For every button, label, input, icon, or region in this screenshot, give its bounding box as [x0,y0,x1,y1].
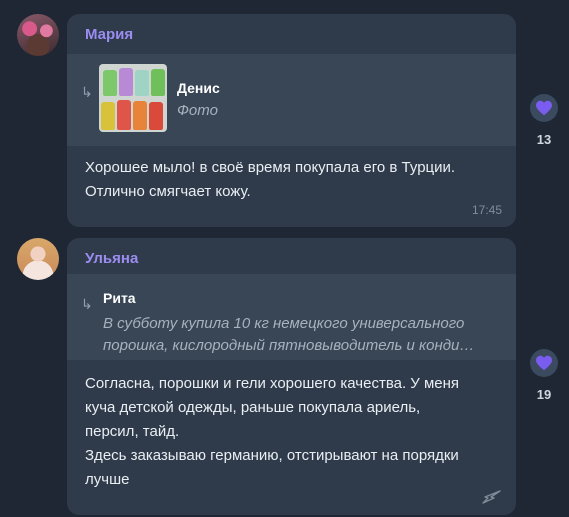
message-bubble[interactable]: Ульяна ↳ Рита В субботу купила 10 кг нем… [67,238,516,515]
heart-icon [536,355,552,371]
reply-arrow-icon: ↳ [81,84,93,100]
reply-subtitle: Фото [177,102,218,119]
message-line: персил, тайд. [85,423,180,440]
forward-icon[interactable] [480,489,502,505]
reply-subtitle: В субботу купила 10 кг немецкого универс… [103,315,475,354]
sender-name[interactable]: Ульяна [85,250,138,267]
like-button[interactable] [530,94,558,122]
reply-preview[interactable]: ↳ Денис Фото [67,54,516,146]
reply-preview[interactable]: ↳ Рита В субботу купила 10 кг немецкого … [67,274,516,360]
reply-author: Рита [103,290,136,306]
avatar[interactable] [17,238,59,280]
message-line: Согласна, порошки и гели хорошего качест… [85,375,460,392]
avatar[interactable] [17,14,59,56]
message-bubble[interactable]: Мария ↳ Денис Фото Хорошее мыло! в своё … [67,14,516,227]
like-count: 13 [536,132,552,147]
photo-thumbnail[interactable] [99,64,167,132]
message-text: Согласна, порошки и гели хорошего качест… [85,372,505,492]
message-line: Здесь заказываю германию, отстирывают на… [85,447,459,464]
sender-name[interactable]: Мария [85,26,133,43]
message-line: куча детской одежды, раньше покупала ари… [85,399,421,416]
like-button[interactable] [530,349,558,377]
reply-author: Денис [177,80,220,96]
message-time: 17:45 [471,203,502,217]
like-count: 19 [536,387,552,402]
message-text: Хорошее мыло! в своё время покупала его … [85,159,456,200]
reply-arrow-icon: ↳ [81,296,93,312]
heart-icon [536,100,552,116]
message-line: лучше [85,471,130,488]
